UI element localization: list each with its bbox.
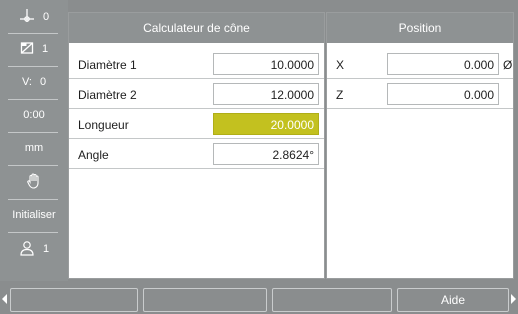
stopwatch[interactable]: 0:00 [0,100,68,130]
divider [8,165,58,166]
z-position-value[interactable]: 0.000 [387,83,499,105]
softkey-1[interactable] [10,288,138,312]
length-field[interactable]: 20.0000 [213,113,319,135]
unit-selector[interactable]: mm [0,133,68,163]
angle-row: Angle 2.8624° [69,140,324,169]
position-x-row: X 0.000 Ø [327,50,513,79]
diameter-indicator: Ø [503,58,513,72]
angle-field[interactable]: 2.8624° [213,143,319,165]
tool-number: 1 [41,43,49,55]
feed-value: 0 [39,76,47,88]
diameter-1-label: Diamètre 1 [78,58,137,72]
x-axis-label: X [336,58,345,72]
scroll-left-icon[interactable] [2,294,7,304]
diameter-2-row: Diamètre 2 12.0000 [69,80,324,109]
softkey-bar: Aide [0,281,518,314]
axis-origin-icon [19,8,35,27]
position-z-row: Z 0.000 [327,80,513,109]
scroll-right-icon[interactable] [511,294,516,304]
diameter-2-field[interactable]: 12.0000 [213,83,319,105]
feed-label: V: [21,76,32,88]
stopwatch-time: 0:00 [23,109,45,121]
position-panel: Position X 0.000 Ø Z 0.000 [326,12,514,279]
sidebar: 0 1 V: 0 0:00 mm Initialiser 1 [0,0,68,281]
axis-status[interactable]: 0 [0,2,68,32]
initialize-button[interactable]: Initialiser [0,200,68,230]
softkey-3[interactable] [272,288,392,312]
initialize-label: Initialiser [12,209,56,221]
tool-status[interactable]: 1 [0,34,68,64]
feed-status[interactable]: V: 0 [0,67,68,97]
help-button[interactable]: Aide [397,288,509,312]
tool-icon [20,41,34,58]
x-position-value[interactable]: 0.000 [387,53,499,75]
z-axis-label: Z [336,88,344,102]
user-icon [19,240,35,259]
user-status[interactable]: 1 [0,234,68,264]
diameter-2-label: Diamètre 2 [78,88,137,102]
divider [8,232,58,233]
user-number: 1 [42,243,50,255]
calculator-title: Calculateur de cône [69,13,324,43]
diameter-1-row: Diamètre 1 10.0000 [69,50,324,79]
hand-icon [26,172,42,193]
position-title: Position [327,13,513,43]
softkey-2[interactable] [143,288,267,312]
axis-count: 0 [42,11,50,23]
taper-calculator-panel: Calculateur de cône Diamètre 1 10.0000 D… [68,12,325,279]
length-label: Longueur [78,118,129,132]
length-row: Longueur 20.0000 [69,110,324,139]
touch-button[interactable] [0,167,68,197]
angle-label: Angle [78,148,109,162]
diameter-1-field[interactable]: 10.0000 [213,53,319,75]
unit-label: mm [24,142,44,154]
